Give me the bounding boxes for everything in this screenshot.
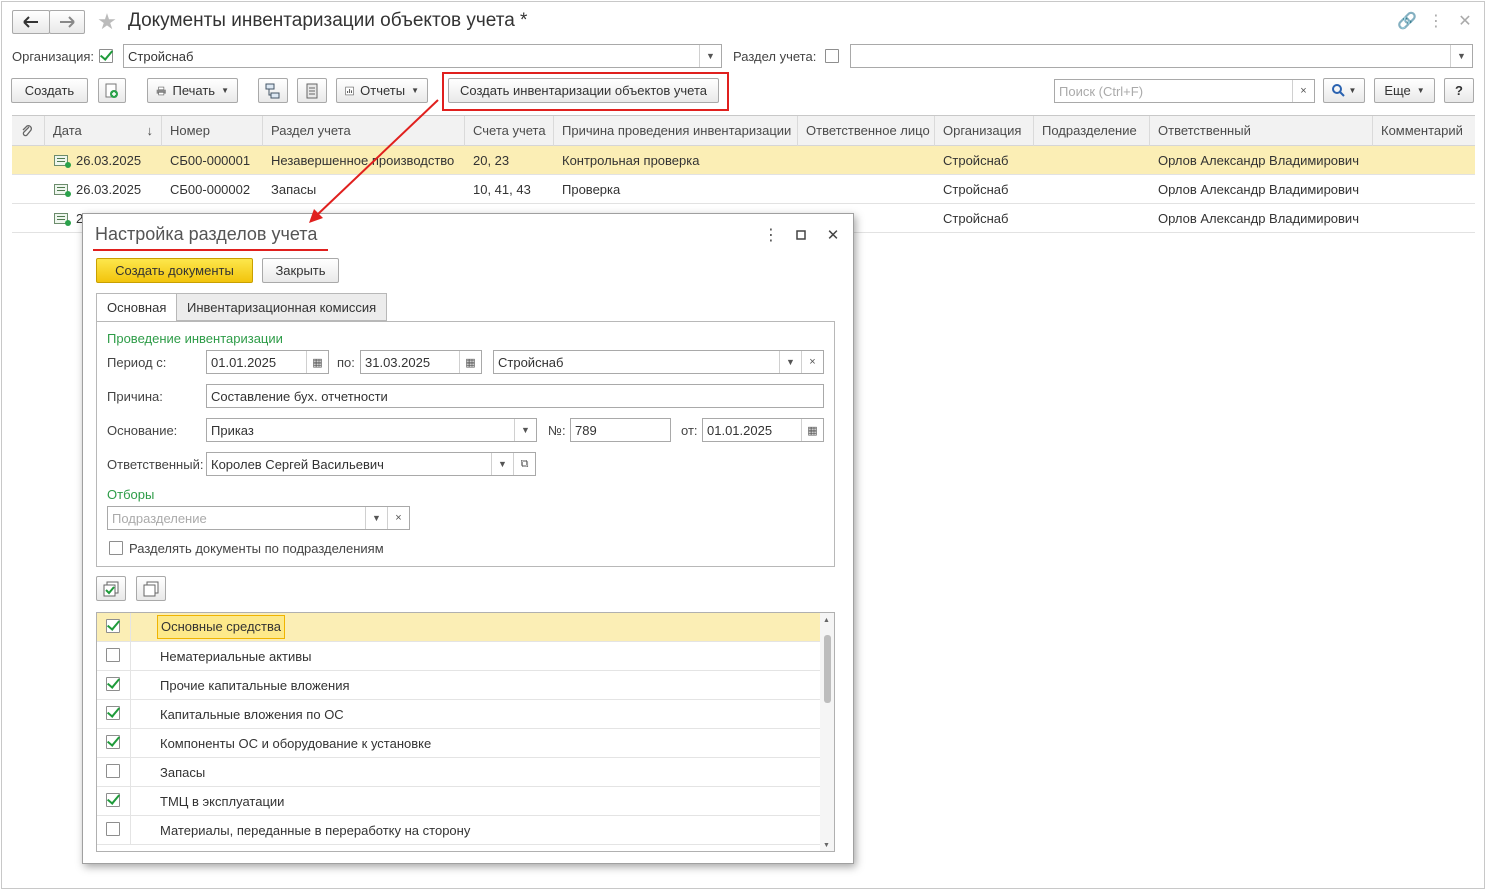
- annotation-arrow: [309, 99, 439, 223]
